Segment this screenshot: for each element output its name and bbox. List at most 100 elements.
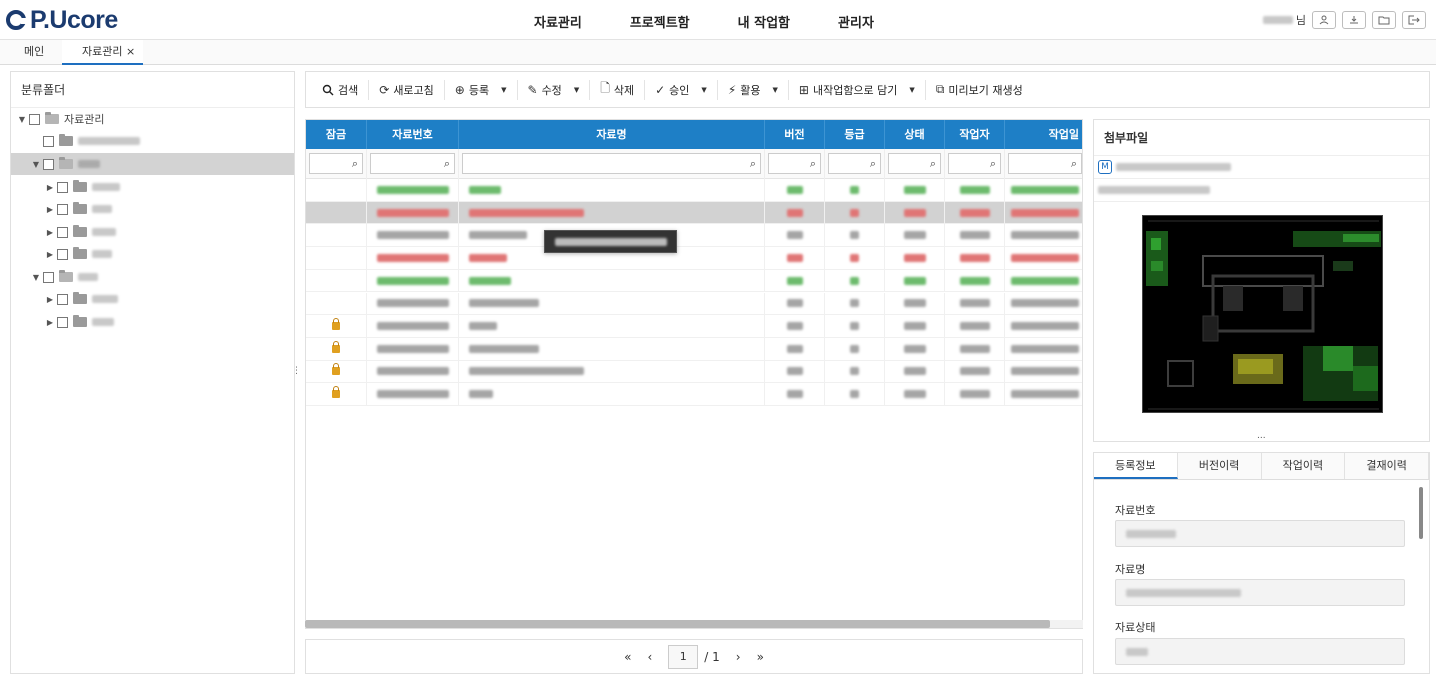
caret-down-icon[interactable]: ▼: [501, 86, 506, 94]
use-button[interactable]: ⚡ 활용 ▼: [718, 79, 789, 100]
filter-input-name[interactable]: ⌕: [462, 153, 761, 174]
expand-arrow-icon[interactable]: ▶: [43, 318, 57, 327]
table-row[interactable]: [306, 292, 1082, 316]
table-row[interactable]: [306, 360, 1082, 384]
scrollbar-thumb[interactable]: [305, 620, 1050, 628]
approve-button[interactable]: ✓ 승인 ▼: [645, 79, 718, 100]
expand-arrow-icon[interactable]: ▼: [15, 115, 29, 124]
splitter-handle[interactable]: ⋮: [292, 366, 301, 376]
download-icon[interactable]: [1342, 11, 1366, 29]
table-row[interactable]: [306, 269, 1082, 293]
expand-arrow-icon[interactable]: ▶: [43, 250, 57, 259]
refresh-button[interactable]: ⟳ 새로고침: [369, 79, 445, 100]
filter-input-lock[interactable]: ⌕: [309, 153, 363, 174]
search-button[interactable]: 검색: [312, 79, 370, 100]
more-indicator[interactable]: ...: [1257, 431, 1266, 441]
column-header-number[interactable]: 자료번호: [367, 120, 459, 149]
table-row[interactable]: [306, 337, 1082, 361]
filter-input-worker[interactable]: ⌕: [948, 153, 1001, 174]
caret-down-icon[interactable]: ▼: [773, 86, 778, 94]
tree-node-root[interactable]: ▼ 자료관리: [15, 108, 295, 130]
nav-project-box[interactable]: 프로젝트함: [630, 12, 690, 31]
redacted-cell-value: [469, 367, 584, 376]
tree-node[interactable]: ▶: [43, 243, 293, 265]
tree-checkbox[interactable]: [57, 293, 68, 305]
next-page-button[interactable]: ›: [736, 650, 741, 664]
pucore-logo[interactable]: P.Ucore: [6, 6, 118, 34]
column-header-grade[interactable]: 등급: [825, 120, 885, 149]
profile-icon[interactable]: [1312, 11, 1336, 29]
page-input[interactable]: 1: [668, 644, 699, 669]
tree-node[interactable]: ▶: [43, 311, 293, 333]
tree-node[interactable]: ▶: [43, 288, 293, 310]
expand-arrow-icon[interactable]: ▶: [43, 183, 57, 192]
column-header-version[interactable]: 버전: [765, 120, 825, 149]
tree-node-selected[interactable]: ▼: [11, 153, 294, 175]
column-header-worker[interactable]: 작업자: [945, 120, 1005, 149]
register-button[interactable]: ⊕ 등록 ▼: [445, 79, 518, 100]
tree-checkbox[interactable]: [57, 181, 68, 193]
column-header-status[interactable]: 상태: [885, 120, 945, 149]
filter-cell-version: ⌕: [765, 149, 825, 179]
expand-arrow-icon[interactable]: ▶: [43, 228, 57, 237]
delete-button[interactable]: 🗋 삭제: [590, 79, 646, 100]
expand-arrow-icon[interactable]: ▶: [43, 295, 57, 304]
filter-input-date[interactable]: ⌕: [1008, 153, 1082, 174]
tab-data-management[interactable]: 자료관리 ×: [62, 40, 144, 65]
tab-main[interactable]: 메인: [24, 40, 44, 65]
add-to-workbox-button[interactable]: ⊞ 내작업함으로 담기 ▼: [789, 79, 926, 100]
tab-work-history[interactable]: 작업이력: [1261, 453, 1346, 479]
attachment-item[interactable]: [1094, 179, 1429, 202]
logout-icon[interactable]: [1402, 11, 1426, 29]
tree-node[interactable]: ▶: [43, 221, 293, 243]
filter-input-status[interactable]: ⌕: [888, 153, 941, 174]
tree-node-label-redacted: [92, 295, 118, 303]
prev-page-button[interactable]: ‹: [647, 650, 652, 664]
first-page-button[interactable]: «: [624, 650, 631, 664]
filter-input-number[interactable]: ⌕: [370, 153, 455, 174]
table-row[interactable]: [306, 247, 1082, 270]
edit-button[interactable]: ✎ 수정 ▼: [518, 79, 591, 100]
column-header-lock[interactable]: 잠금: [306, 120, 367, 149]
expand-arrow-icon[interactable]: ▶: [43, 205, 57, 214]
tree-node[interactable]: [29, 130, 295, 152]
tree-node[interactable]: ▼: [29, 266, 295, 288]
caret-down-icon[interactable]: ▼: [701, 86, 706, 94]
table-row[interactable]: [306, 315, 1082, 338]
tree-checkbox[interactable]: [57, 203, 68, 215]
folder-icon[interactable]: [1372, 11, 1396, 29]
tab-approval-history[interactable]: 결재이력: [1345, 453, 1429, 479]
detail-vertical-scrollbar[interactable]: [1419, 487, 1423, 539]
filter-input-grade[interactable]: ⌕: [828, 153, 881, 174]
table-row[interactable]: [306, 383, 1082, 406]
tree-checkbox[interactable]: [57, 226, 68, 238]
tab-version-history[interactable]: 버전이력: [1177, 453, 1262, 479]
attachment-item[interactable]: M: [1094, 156, 1429, 179]
caret-down-icon[interactable]: ▼: [909, 86, 914, 94]
tree-node[interactable]: ▶: [43, 198, 293, 220]
table-row[interactable]: [306, 179, 1082, 202]
tree-node[interactable]: ▶: [43, 176, 293, 198]
tab-registration-info[interactable]: 등록정보: [1094, 453, 1178, 479]
filter-input-version[interactable]: ⌕: [768, 153, 821, 174]
nav-admin[interactable]: 관리자: [838, 12, 874, 31]
cell-status: [885, 224, 945, 247]
tree-checkbox[interactable]: [43, 158, 54, 170]
expand-arrow-icon[interactable]: ▼: [29, 160, 43, 169]
table-row[interactable]: [306, 201, 1082, 225]
tree-checkbox[interactable]: [57, 316, 68, 328]
tree-checkbox[interactable]: [57, 248, 68, 260]
regenerate-preview-button[interactable]: ⧉ 미리보기 재생성: [926, 80, 1033, 100]
last-page-button[interactable]: »: [757, 650, 764, 664]
table-row[interactable]: [306, 224, 1082, 248]
tree-checkbox[interactable]: [43, 271, 54, 283]
expand-arrow-icon[interactable]: ▼: [29, 273, 43, 282]
grid-horizontal-scrollbar[interactable]: [305, 620, 1083, 628]
tree-checkbox[interactable]: [43, 135, 54, 147]
column-header-name[interactable]: 자료명: [459, 120, 765, 149]
caret-down-icon[interactable]: ▼: [574, 86, 579, 94]
nav-data-management[interactable]: 자료관리: [534, 12, 582, 31]
tree-checkbox[interactable]: [29, 113, 40, 125]
column-header-date[interactable]: 작업일: [1005, 120, 1082, 149]
nav-my-workbox[interactable]: 내 작업함: [738, 12, 790, 31]
